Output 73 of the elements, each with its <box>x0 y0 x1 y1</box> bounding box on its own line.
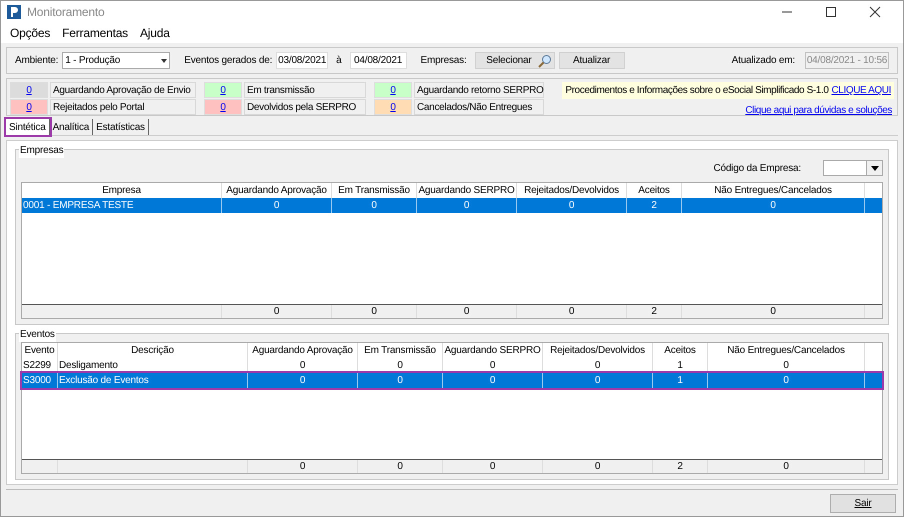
total-cell-text: 0 <box>397 460 403 474</box>
total-cell-text: 0 <box>464 305 470 319</box>
table-cell: 0 <box>682 198 865 213</box>
total-cell-text: 2 <box>651 305 657 319</box>
updated-field: 04/08/2021 - 10:56 <box>805 52 889 69</box>
table-cell: Exclusão de Eventos <box>58 373 248 388</box>
total-cell-text: 0 <box>274 305 280 319</box>
caret-icon <box>159 58 170 62</box>
status-label: Cancelados/Não Entregues <box>414 99 544 115</box>
exit-button[interactable]: Sair <box>830 494 896 512</box>
total-cell-text: 0 <box>490 460 496 474</box>
status-label: Aguardando Aprovação de Envio <box>50 82 196 98</box>
menu-item[interactable]: Ferramentas <box>57 24 133 42</box>
count-link[interactable]: 0 <box>10 99 48 115</box>
count-link[interactable]: 0 <box>10 82 48 98</box>
table-cell: 0 <box>417 198 517 213</box>
count-link[interactable]: 0 <box>204 99 242 115</box>
select-button[interactable]: Selecionar <box>474 52 555 69</box>
total-cell-text: 0 <box>300 460 306 474</box>
table-cell: 0 <box>332 198 417 213</box>
table-cell: 1 <box>653 373 708 388</box>
total-cell-text: 0 <box>568 305 574 319</box>
menu-item[interactable]: Ajuda <box>134 24 175 42</box>
menu-item[interactable]: Opções <box>5 24 56 42</box>
close-icon[interactable] <box>869 6 881 18</box>
help-link[interactable]: Clique aqui para dúvidas e soluções <box>745 103 894 118</box>
field-label: Eventos gerados de: <box>184 54 272 68</box>
window-title: Monitoramento <box>27 4 104 21</box>
status-label: Rejeitados pelo Portal <box>50 99 196 115</box>
group-title: Eventos <box>19 327 56 342</box>
field-label: Ambiente: <box>15 54 58 68</box>
count-link[interactable]: 0 <box>374 99 412 115</box>
table-row[interactable]: S3000 Exclusão de Eventos 0 0 0 0 1 0 <box>22 373 882 388</box>
update-button[interactable]: Atualizar <box>558 52 625 69</box>
table-cell: 0 <box>543 373 653 388</box>
date-field[interactable]: 04/08/2021 <box>350 52 407 69</box>
maximize-icon[interactable] <box>825 6 837 18</box>
field-label: Atualizado em: <box>732 54 795 68</box>
table-cell: 2 <box>627 198 682 213</box>
total-cell-text: 0 <box>594 460 600 474</box>
field-label: Empresas: <box>420 54 467 68</box>
field-label: Código da Empresa: <box>713 162 801 176</box>
table-cell: 0 <box>248 373 358 388</box>
tab[interactable]: Analítica <box>50 119 94 135</box>
table-cell: 0 <box>517 198 627 213</box>
date-separator: à <box>336 54 342 68</box>
status-label: Aguardando retorno SERPRO <box>414 82 544 98</box>
total-cell-text: 0 <box>770 305 776 319</box>
table-cell: S3000 <box>22 373 58 388</box>
tab[interactable]: Estatísticas <box>93 119 149 135</box>
table-cell: 0001 - EMPRESA TESTE <box>22 198 222 213</box>
table-row[interactable]: 0001 - EMPRESA TESTE 0 0 0 0 2 0 <box>22 198 882 213</box>
total-cell-text: 0 <box>783 460 789 474</box>
date-field[interactable]: 03/08/2021 <box>276 52 328 69</box>
caret-icon <box>866 161 882 175</box>
environment-dropdown[interactable]: 1 - Produção <box>62 52 170 69</box>
tab[interactable]: Sintética <box>6 119 50 135</box>
table-cell: 0 <box>222 198 332 213</box>
group-title: Empresas <box>19 143 64 158</box>
table-cell: 0 <box>708 373 865 388</box>
search-icon <box>538 54 552 68</box>
status-label: Devolvidos pela SERPRO <box>244 99 366 115</box>
count-link[interactable]: 0 <box>374 82 412 98</box>
status-label: Em transmissão <box>244 82 366 98</box>
count-link[interactable]: 0 <box>204 82 242 98</box>
table-cell: 0 <box>358 373 443 388</box>
info-text: Procedimentos e Informações sobre o eSocial Simplificado S-1.0 <box>565 84 828 98</box>
total-cell-text: 0 <box>371 305 377 319</box>
info-link[interactable]: CLIQUE AQUI <box>831 83 891 98</box>
table-cell: 0 <box>443 373 543 388</box>
total-cell-text: 2 <box>677 460 683 474</box>
app-logo-icon <box>7 5 21 19</box>
company-code-dropdown[interactable] <box>823 160 883 176</box>
